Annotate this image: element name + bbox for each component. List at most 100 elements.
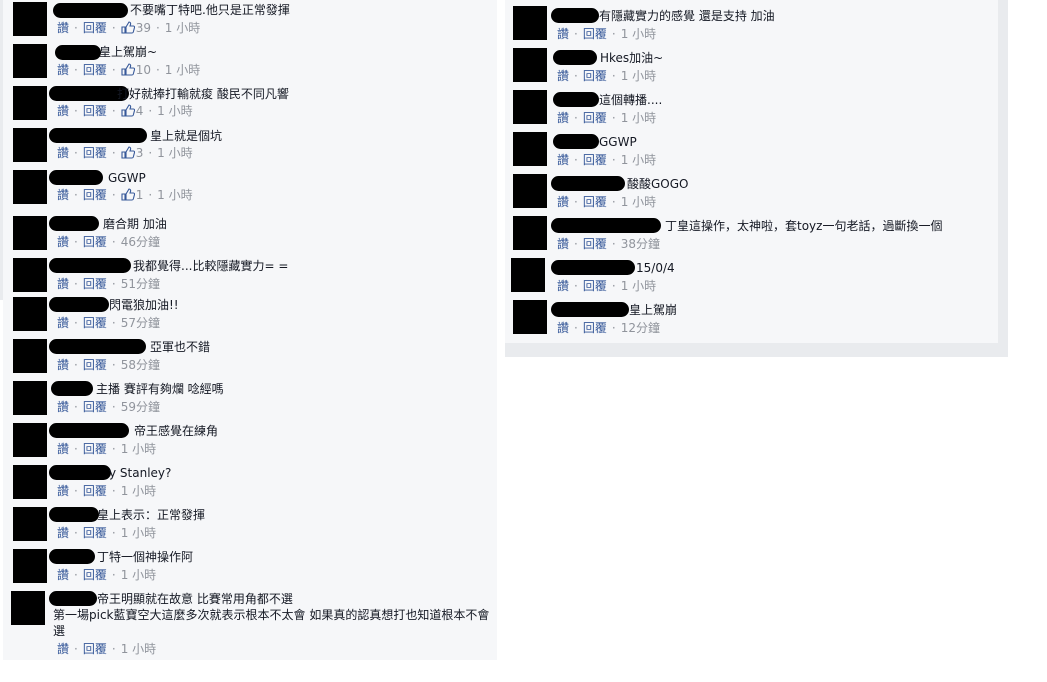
timestamp[interactable]: 1 小時 bbox=[157, 146, 192, 160]
like-button[interactable]: 讚 bbox=[57, 442, 69, 456]
avatar[interactable] bbox=[511, 258, 545, 292]
redacted-author-name[interactable] bbox=[49, 423, 129, 438]
redacted-author-name[interactable] bbox=[551, 302, 629, 317]
reply-button[interactable]: 回覆 bbox=[583, 279, 607, 293]
avatar[interactable] bbox=[13, 507, 47, 541]
timestamp[interactable]: 1 小時 bbox=[621, 27, 656, 41]
like-button[interactable]: 讚 bbox=[57, 526, 69, 540]
timestamp[interactable]: 46分鐘 bbox=[121, 235, 160, 249]
redacted-author-name[interactable] bbox=[553, 92, 599, 107]
like-button[interactable]: 讚 bbox=[57, 146, 69, 160]
reply-button[interactable]: 回覆 bbox=[583, 237, 607, 251]
like-button[interactable]: 讚 bbox=[557, 69, 569, 83]
avatar[interactable] bbox=[13, 2, 47, 36]
avatar[interactable] bbox=[13, 86, 47, 120]
like-button[interactable]: 讚 bbox=[557, 153, 569, 167]
redacted-author-name[interactable] bbox=[49, 258, 131, 273]
timestamp[interactable]: 59分鐘 bbox=[121, 400, 160, 414]
timestamp[interactable]: 1 小時 bbox=[121, 484, 156, 498]
avatar[interactable] bbox=[513, 216, 547, 250]
avatar[interactable] bbox=[513, 6, 547, 40]
like-button[interactable]: 讚 bbox=[557, 27, 569, 41]
redacted-author-name[interactable] bbox=[55, 45, 101, 60]
redacted-author-name[interactable] bbox=[49, 549, 95, 564]
reply-button[interactable]: 回覆 bbox=[83, 146, 107, 160]
reply-button[interactable]: 回覆 bbox=[583, 195, 607, 209]
timestamp[interactable]: 1 小時 bbox=[621, 195, 656, 209]
avatar[interactable] bbox=[13, 423, 47, 457]
like-button[interactable]: 讚 bbox=[57, 568, 69, 582]
reply-button[interactable]: 回覆 bbox=[83, 316, 107, 330]
redacted-author-name[interactable] bbox=[49, 170, 103, 185]
reply-button[interactable]: 回覆 bbox=[583, 321, 607, 335]
reply-button[interactable]: 回覆 bbox=[83, 63, 107, 77]
avatar[interactable] bbox=[13, 549, 47, 583]
timestamp[interactable]: 1 小時 bbox=[121, 642, 156, 656]
avatar[interactable] bbox=[13, 381, 47, 415]
redacted-author-name[interactable] bbox=[553, 50, 597, 65]
avatar[interactable] bbox=[13, 170, 47, 204]
avatar[interactable] bbox=[11, 591, 45, 625]
like-button[interactable]: 讚 bbox=[57, 642, 69, 656]
reply-button[interactable]: 回覆 bbox=[83, 442, 107, 456]
redacted-author-name[interactable] bbox=[551, 260, 635, 275]
avatar[interactable] bbox=[13, 216, 47, 250]
like-button[interactable]: 讚 bbox=[557, 111, 569, 125]
reply-button[interactable]: 回覆 bbox=[83, 235, 107, 249]
avatar[interactable] bbox=[513, 90, 547, 124]
redacted-author-name[interactable] bbox=[49, 507, 99, 522]
redacted-author-name[interactable] bbox=[49, 339, 146, 354]
reply-button[interactable]: 回覆 bbox=[83, 484, 107, 498]
like-button[interactable]: 讚 bbox=[57, 316, 69, 330]
like-button[interactable]: 讚 bbox=[57, 358, 69, 372]
reply-button[interactable]: 回覆 bbox=[583, 111, 607, 125]
timestamp[interactable]: 1 小時 bbox=[121, 568, 156, 582]
like-button[interactable]: 讚 bbox=[557, 279, 569, 293]
timestamp[interactable]: 1 小時 bbox=[157, 104, 192, 118]
like-button[interactable]: 讚 bbox=[57, 484, 69, 498]
timestamp[interactable]: 38分鐘 bbox=[621, 237, 660, 251]
reply-button[interactable]: 回覆 bbox=[83, 568, 107, 582]
redacted-author-name[interactable] bbox=[551, 176, 625, 191]
redacted-author-name[interactable] bbox=[551, 218, 661, 233]
redacted-author-name[interactable] bbox=[49, 297, 109, 312]
redacted-author-name[interactable] bbox=[49, 128, 147, 143]
like-button[interactable]: 讚 bbox=[57, 235, 69, 249]
timestamp[interactable]: 57分鐘 bbox=[121, 316, 160, 330]
timestamp[interactable]: 1 小時 bbox=[121, 442, 156, 456]
like-button[interactable]: 讚 bbox=[57, 63, 69, 77]
like-button[interactable]: 讚 bbox=[57, 104, 69, 118]
redacted-author-name[interactable] bbox=[553, 134, 599, 149]
avatar[interactable] bbox=[13, 44, 47, 78]
thumbs-up-icon[interactable] bbox=[121, 146, 135, 159]
timestamp[interactable]: 1 小時 bbox=[621, 153, 656, 167]
like-button[interactable]: 讚 bbox=[557, 195, 569, 209]
timestamp[interactable]: 1 小時 bbox=[621, 279, 656, 293]
avatar[interactable] bbox=[513, 132, 547, 166]
redacted-author-name[interactable] bbox=[53, 3, 128, 18]
thumbs-up-icon[interactable] bbox=[121, 104, 135, 117]
reply-button[interactable]: 回覆 bbox=[83, 358, 107, 372]
avatar[interactable] bbox=[513, 300, 547, 334]
reply-button[interactable]: 回覆 bbox=[583, 153, 607, 167]
thumbs-up-icon[interactable] bbox=[121, 21, 135, 34]
reply-button[interactable]: 回覆 bbox=[83, 642, 107, 656]
thumbs-up-icon[interactable] bbox=[121, 63, 135, 76]
timestamp[interactable]: 1 小時 bbox=[121, 526, 156, 540]
timestamp[interactable]: 1 小時 bbox=[157, 188, 192, 202]
timestamp[interactable]: 51分鐘 bbox=[121, 277, 160, 291]
like-button[interactable]: 讚 bbox=[57, 188, 69, 202]
avatar[interactable] bbox=[13, 297, 47, 331]
reply-button[interactable]: 回覆 bbox=[83, 21, 107, 35]
reply-button[interactable]: 回覆 bbox=[583, 27, 607, 41]
redacted-author-name[interactable] bbox=[49, 591, 97, 606]
avatar[interactable] bbox=[513, 174, 547, 208]
thumbs-up-icon[interactable] bbox=[121, 188, 135, 201]
like-button[interactable]: 讚 bbox=[557, 321, 569, 335]
avatar[interactable] bbox=[13, 258, 47, 292]
like-button[interactable]: 讚 bbox=[557, 237, 569, 251]
reply-button[interactable]: 回覆 bbox=[83, 400, 107, 414]
reply-button[interactable]: 回覆 bbox=[83, 277, 107, 291]
reply-button[interactable]: 回覆 bbox=[83, 526, 107, 540]
reply-button[interactable]: 回覆 bbox=[83, 188, 107, 202]
